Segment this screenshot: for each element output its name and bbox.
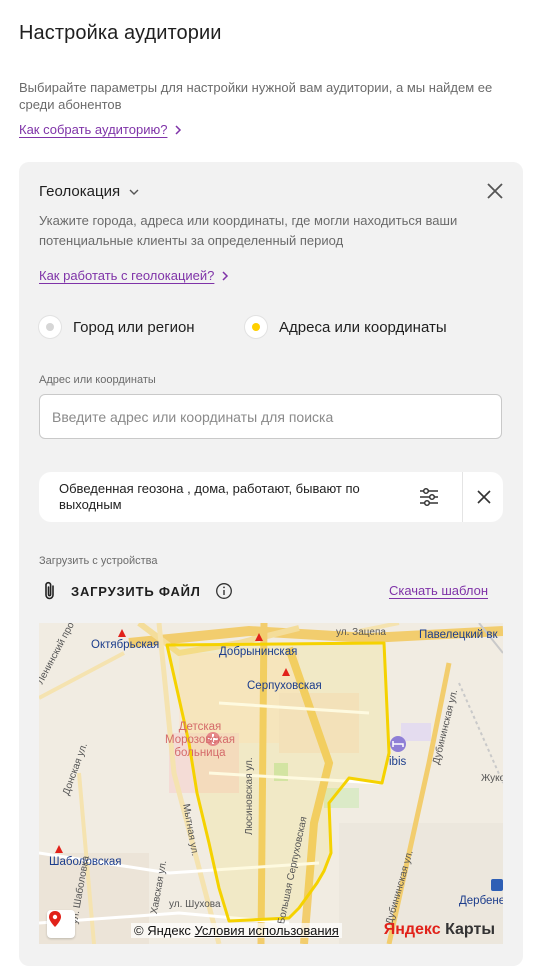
chevron-down-icon [129, 189, 139, 195]
page-intro: Выбирайте параметры для настройки нужной… [19, 80, 493, 112]
map-label: ibis [389, 756, 407, 768]
upload-row: ЗАГРУЗИТЬ ФАЙЛ [39, 580, 233, 602]
geolocation-description: Укажите города, адреса или координаты, г… [39, 213, 458, 248]
how-geolocation-link[interactable]: Как работать с геолокацией? [39, 268, 230, 283]
chevron-right-icon [222, 270, 229, 281]
map-label: Жуко [481, 773, 503, 784]
radio-address-coordinates[interactable]: Адреса или координаты [245, 316, 447, 338]
geozone-chip-label: Обведенная геозона , дома, работают, быв… [59, 481, 360, 512]
map-attribution: © Яндекс Условия использования [131, 923, 342, 938]
upload-file-button[interactable]: ЗАГРУЗИТЬ ФАЙЛ [71, 584, 201, 599]
my-location-button[interactable] [47, 910, 75, 938]
logo-yandex: Яндекс [383, 921, 441, 938]
radio-label: Адреса или координаты [279, 318, 447, 336]
radio-circle-selected [245, 316, 267, 338]
location-pin-icon [49, 911, 61, 927]
map-label: ул. Шухова [169, 899, 221, 910]
map-label: Детская Морозовская больница [165, 721, 235, 759]
logo-maps: Карты [440, 921, 495, 938]
how-collect-audience-link[interactable]: Как собрать аудиторию? [19, 122, 183, 137]
address-field-label: Адрес или координаты [39, 374, 156, 386]
map-label: Серпуховская [247, 680, 322, 692]
geozone-chip: Обведенная геозона , дома, работают, быв… [39, 472, 503, 522]
map-label: Павелецкий вк [419, 629, 498, 641]
radio-label: Город или регион [73, 318, 195, 336]
chip-divider [462, 472, 463, 522]
geolocation-title: Геолокация [39, 183, 121, 200]
map-copyright: © Яндекс [134, 923, 191, 938]
chevron-right-icon [175, 124, 182, 135]
map-label: Октябрьская [91, 639, 160, 651]
map-label: Дербене [459, 895, 503, 907]
map-label: Люсиновская ул. [244, 757, 255, 835]
map-terms-link[interactable]: Условия использования [195, 923, 339, 938]
close-geolocation-button[interactable] [485, 181, 505, 201]
filters-icon[interactable] [417, 485, 441, 509]
geolocation-dropdown[interactable]: Геолокация [39, 183, 140, 200]
yandex-maps-logo[interactable]: Яндекс Карты [384, 921, 495, 939]
info-icon[interactable] [215, 582, 233, 600]
upload-label: Загрузить с устройства [39, 555, 158, 567]
remove-geozone-button[interactable] [475, 488, 493, 506]
map[interactable]: Октябрьская Добрынинская Серпуховская Па… [39, 623, 503, 944]
page-title: Настройка аудитории [19, 22, 222, 44]
radio-circle [39, 316, 61, 338]
map-canvas [39, 623, 503, 944]
map-label: Добрынинская [219, 646, 298, 658]
geolocation-card: Геолокация Укажите города, адреса или ко… [19, 162, 523, 966]
radio-city-region[interactable]: Город или регион [39, 316, 195, 338]
download-template-link[interactable]: Скачать шаблон [389, 583, 488, 598]
address-input[interactable] [39, 394, 502, 439]
map-label: ул. Зацепа [336, 627, 386, 638]
how-collect-audience-label: Как собрать аудиторию? [19, 122, 168, 137]
how-geolocation-label: Как работать с геолокацией? [39, 268, 215, 283]
paperclip-icon [45, 581, 54, 600]
